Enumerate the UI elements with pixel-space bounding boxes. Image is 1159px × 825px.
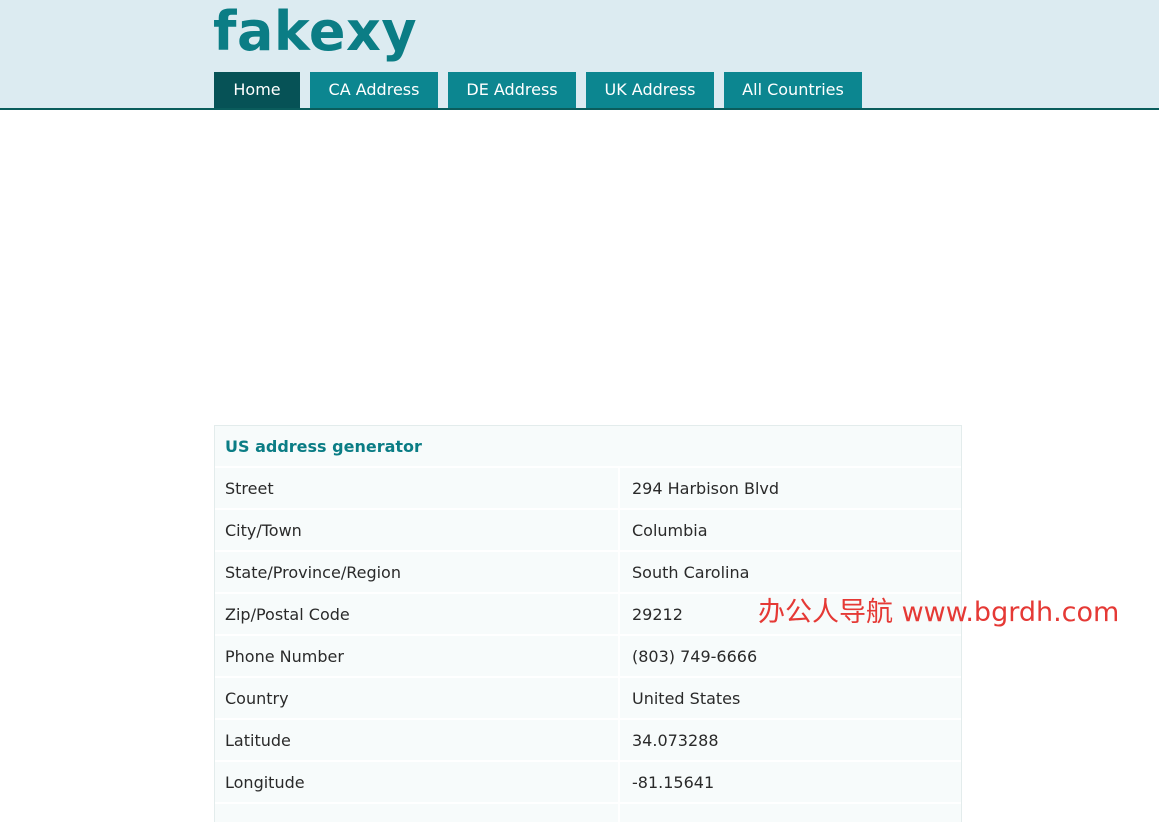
row-value-street: 294 Harbison Blvd	[632, 479, 780, 498]
nav-tab-ca-address[interactable]: CA Address	[310, 72, 438, 108]
table-row: State/Province/Region South Carolina	[215, 550, 961, 593]
row-value-longitude: -81.15641	[632, 773, 715, 792]
row-value-latitude: 34.073288	[632, 731, 719, 750]
site-logo[interactable]: fakexy	[213, 0, 417, 64]
row-label-latitude: Latitude	[215, 720, 620, 761]
row-value-phone: (803) 749-6666	[632, 647, 758, 666]
site-header: fakexy Home CA Address DE Address UK Add…	[0, 0, 1159, 110]
table-row: City/Town Columbia	[215, 508, 961, 551]
table-row: Phone Number (803) 749-6666	[215, 634, 961, 677]
row-value-state: South Carolina	[632, 563, 750, 582]
nav-tab-home[interactable]: Home	[214, 72, 300, 108]
table-row: Country United States	[215, 676, 961, 719]
row-label-longitude: Longitude	[215, 762, 620, 803]
table-row: Latitude 34.073288	[215, 718, 961, 761]
row-label-country: Country	[215, 678, 620, 719]
row-label-phone: Phone Number	[215, 636, 620, 677]
card-title: US address generator	[225, 437, 422, 456]
row-label-state: State/Province/Region	[215, 552, 620, 593]
row-label-city: City/Town	[215, 510, 620, 551]
row-value-city: Columbia	[632, 521, 708, 540]
table-row: Longitude -81.15641	[215, 760, 961, 803]
row-value-country: United States	[632, 689, 741, 708]
row-label-zip: Zip/Postal Code	[215, 594, 620, 635]
nav-tab-de-address[interactable]: DE Address	[448, 72, 576, 108]
nav-tab-uk-address[interactable]: UK Address	[586, 72, 714, 108]
table-row: Street 294 Harbison Blvd	[215, 466, 961, 509]
row-label-street: Street	[215, 468, 620, 509]
watermark-text: 办公人导航 www.bgrdh.com	[758, 597, 1120, 628]
nav-tab-all-countries[interactable]: All Countries	[724, 72, 862, 108]
